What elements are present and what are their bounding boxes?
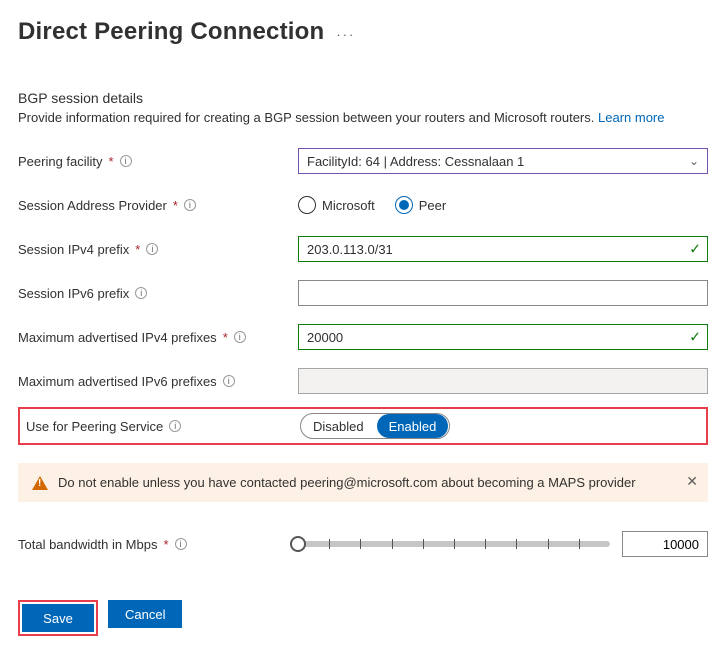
ipv6-prefix-label: Session IPv6 prefix <box>18 286 129 301</box>
info-icon[interactable]: i <box>135 287 147 299</box>
max-ipv4-input[interactable]: 20000 ✓ <box>298 324 708 350</box>
close-icon[interactable]: ✕ <box>686 473 698 490</box>
bandwidth-label: Total bandwidth in Mbps <box>18 537 157 552</box>
info-icon[interactable]: i <box>234 331 246 343</box>
provider-label: Session Address Provider <box>18 198 167 213</box>
check-icon: ✓ <box>689 241 701 258</box>
required-marker: * <box>163 537 168 552</box>
chevron-down-icon: ⌄ <box>689 154 699 168</box>
warning-icon <box>32 476 48 490</box>
cancel-button[interactable]: Cancel <box>108 600 182 628</box>
check-icon: ✓ <box>689 329 701 346</box>
learn-more-link[interactable]: Learn more <box>598 110 664 125</box>
toggle-option-disabled[interactable]: Disabled <box>301 414 376 438</box>
peering-service-label: Use for Peering Service <box>26 419 163 434</box>
section-description: Provide information required for creatin… <box>18 110 708 125</box>
toggle-option-enabled[interactable]: Enabled <box>377 414 449 438</box>
section-description-text: Provide information required for creatin… <box>18 110 594 125</box>
required-marker: * <box>173 198 178 213</box>
ipv6-prefix-input[interactable] <box>298 280 708 306</box>
info-icon[interactable]: i <box>120 155 132 167</box>
provider-radio-group: Microsoft Peer <box>298 196 446 214</box>
facility-select[interactable]: FacilityId: 64 | Address: Cessnalaan 1 ⌄ <box>298 148 708 174</box>
radio-icon <box>395 196 413 214</box>
ipv4-prefix-label: Session IPv4 prefix <box>18 242 129 257</box>
radio-label-peer: Peer <box>419 198 446 213</box>
bandwidth-input[interactable] <box>622 531 708 557</box>
max-ipv6-input <box>298 368 708 394</box>
warning-text: Do not enable unless you have contacted … <box>58 475 636 490</box>
section-heading: BGP session details <box>18 90 708 106</box>
info-icon[interactable]: i <box>184 199 196 211</box>
info-icon[interactable]: i <box>175 538 187 550</box>
save-highlight: Save <box>18 600 98 636</box>
info-icon[interactable]: i <box>223 375 235 387</box>
slider-thumb-icon[interactable] <box>290 536 306 552</box>
required-marker: * <box>135 242 140 257</box>
radio-label-microsoft: Microsoft <box>322 198 375 213</box>
info-icon[interactable]: i <box>146 243 158 255</box>
facility-value: FacilityId: 64 | Address: Cessnalaan 1 <box>307 154 524 169</box>
bandwidth-slider[interactable] <box>298 541 610 547</box>
facility-label: Peering facility <box>18 154 103 169</box>
required-marker: * <box>109 154 114 169</box>
required-marker: * <box>223 330 228 345</box>
provider-radio-peer[interactable]: Peer <box>395 196 446 214</box>
peering-service-toggle[interactable]: Disabled Enabled <box>300 413 450 439</box>
page-title: Direct Peering Connection <box>18 18 324 46</box>
provider-radio-microsoft[interactable]: Microsoft <box>298 196 375 214</box>
ipv4-prefix-input[interactable]: 203.0.113.0/31 ✓ <box>298 236 708 262</box>
info-icon[interactable]: i <box>169 420 181 432</box>
max-ipv4-label: Maximum advertised IPv4 prefixes <box>18 330 217 345</box>
max-ipv4-value: 20000 <box>307 330 343 345</box>
radio-icon <box>298 196 316 214</box>
ipv4-prefix-value: 203.0.113.0/31 <box>307 242 393 257</box>
warning-alert: Do not enable unless you have contacted … <box>18 463 708 502</box>
more-icon[interactable]: ··· <box>336 27 355 42</box>
max-ipv6-label: Maximum advertised IPv6 prefixes <box>18 374 217 389</box>
dialog-footer: Save Cancel <box>18 600 708 636</box>
